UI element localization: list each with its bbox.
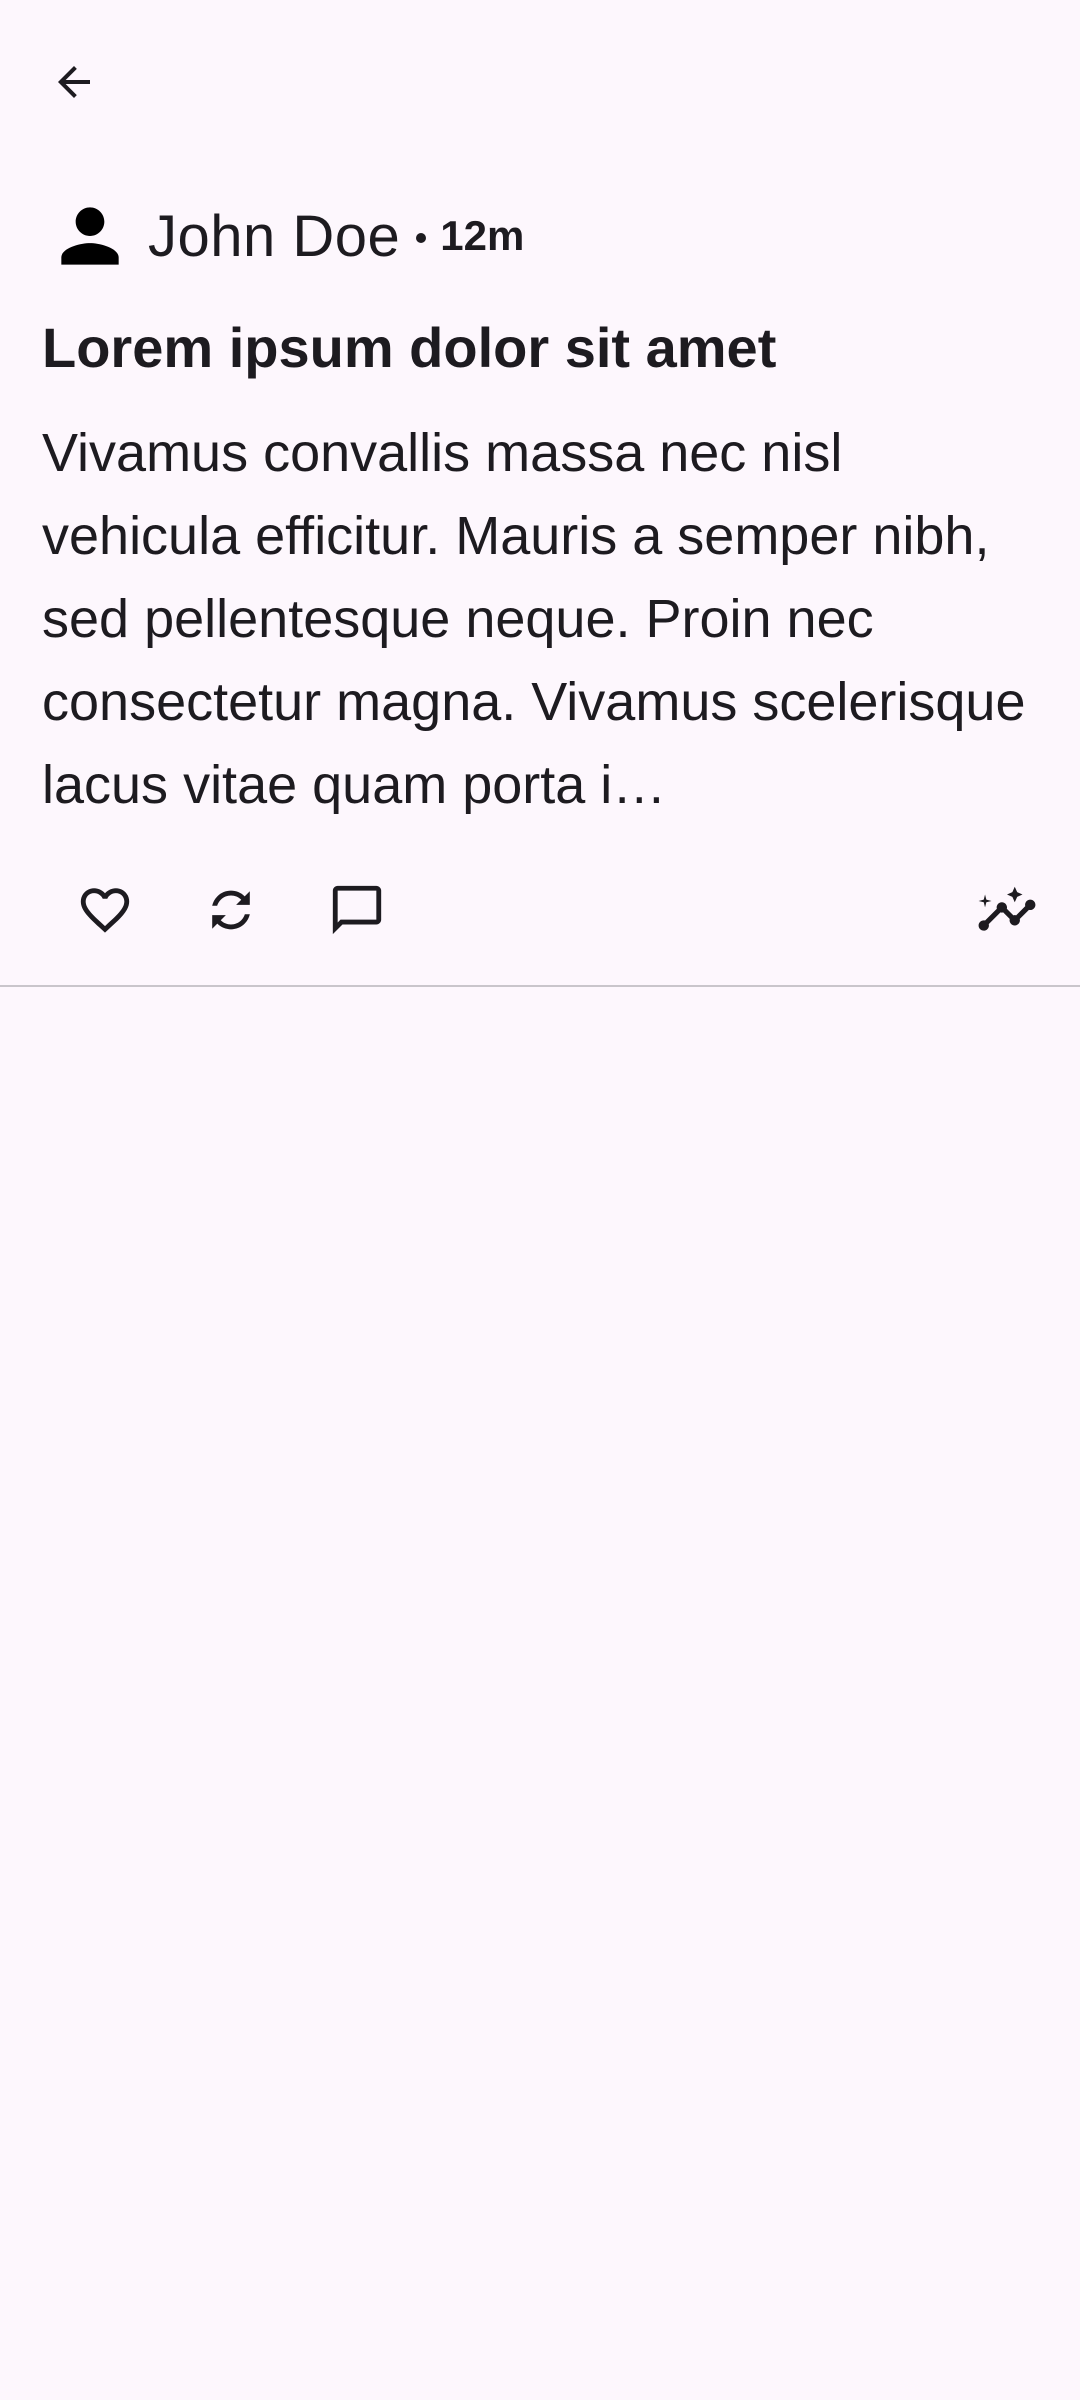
post-actions (0, 848, 1080, 972)
top-app-bar (0, 0, 1080, 168)
heart-outline-icon (76, 881, 134, 939)
avatar[interactable] (42, 188, 138, 284)
back-button[interactable] (32, 40, 116, 124)
like-button[interactable] (55, 860, 155, 960)
person-icon (47, 193, 133, 279)
arrow-back-icon (50, 58, 98, 106)
post-time: 12m (440, 212, 525, 259)
post-body: Vivamus convallis massa nec nisl vehicul… (42, 423, 1026, 815)
separator-dot (416, 233, 427, 243)
author-row: John Doe 12m (42, 188, 524, 284)
repost-button[interactable] (181, 860, 281, 960)
post-title: Lorem ipsum dolor sit amet (42, 316, 777, 379)
comment-icon (328, 881, 386, 939)
sync-icon (202, 881, 260, 939)
insights-button[interactable] (957, 860, 1057, 960)
comment-button[interactable] (307, 860, 407, 960)
post-card[interactable]: John Doe 12m Lorem ipsum dolor sit amet … (0, 168, 1080, 987)
author-name[interactable]: John Doe (148, 203, 400, 270)
insights-sparkle-icon (976, 879, 1038, 941)
